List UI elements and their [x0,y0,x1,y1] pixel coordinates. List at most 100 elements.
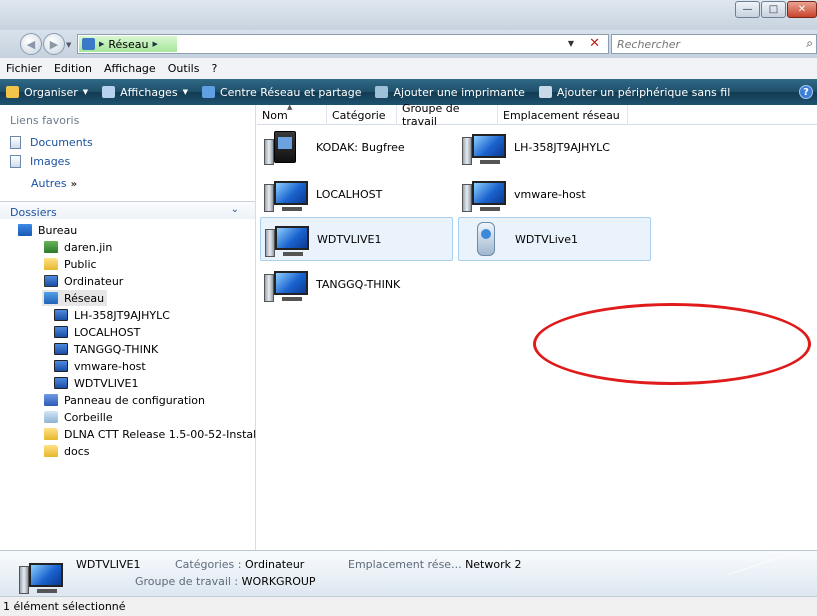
network-item[interactable]: LOCALHOST [260,172,453,216]
address-dropdown-icon[interactable]: ▼ [568,39,574,48]
computer-icon [19,557,63,594]
menu-view[interactable]: Affichage [104,62,156,75]
network-item[interactable]: LH-358JT9AJHYLC [458,125,651,169]
search-icon[interactable]: ⌕ [806,36,813,51]
tree-item-control-panel[interactable]: Panneau de configuration [44,392,205,408]
portable-device-icon [463,220,509,258]
history-dropdown-icon[interactable]: ▼ [66,41,71,49]
more-links[interactable]: Autres» [31,177,77,190]
tree-label: Public [64,257,97,271]
views-button[interactable]: Affichages ▼ [102,86,188,99]
menu-bar: Fichier Edition Affichage Outils ? [0,57,817,79]
tree-item-tanggq[interactable]: TANGGQ-THINK [54,341,158,357]
organize-button[interactable]: Organiser ▼ [6,86,88,99]
tree-item-localhost[interactable]: LOCALHOST [54,324,140,340]
control-panel-icon [44,394,58,406]
chevron-right-icon[interactable]: ▶ [153,40,158,48]
menu-help[interactable]: ? [211,62,217,75]
network-icon [44,292,58,304]
add-printer-button[interactable]: Ajouter une imprimante [375,86,525,99]
column-label: Emplacement réseau [503,108,620,122]
recycle-bin-icon [44,411,58,423]
computer-icon [264,175,310,213]
network-center-icon [201,86,215,98]
tree-label: vmware-host [74,359,146,373]
tree-item-user[interactable]: daren.jin [44,239,112,255]
printer-icon [375,86,389,98]
network-computer-icon [54,343,68,355]
workgroup-value: WORKGROUP [241,575,316,588]
tree-label: Corbeille [64,410,113,424]
search-input[interactable] [617,36,797,52]
breadcrumb-network[interactable]: Réseau [108,38,148,51]
tree-label: TANGGQ-THINK [74,342,159,356]
chevron-down-icon: ▼ [82,88,89,96]
sort-ascending-icon: ▲ [287,103,293,111]
forward-button[interactable]: ▶ [43,33,65,55]
tree-item-wdtvlive[interactable]: WDTVLIVE1 [54,375,138,391]
folders-header[interactable]: Dossiers ⌄ [0,201,255,219]
network-item[interactable]: KODAK: Bugfree [260,125,453,169]
tree-item-reseau[interactable]: Réseau [42,290,108,306]
column-name[interactable]: ▲ Nom [257,103,327,125]
tree-item-docs[interactable]: docs [44,443,90,459]
folder-icon [44,428,58,440]
favorite-label: Documents [30,136,93,149]
favorite-label: Images [30,155,71,168]
network-item[interactable]: vmware-host [458,172,651,216]
tree-item-dlna[interactable]: DLNA CTT Release 1.5-00-52-Installer [44,426,271,442]
item-label: vmware-host [514,187,586,201]
details-location: Emplacement rése... Network 2 [348,558,522,571]
stop-icon[interactable]: ✕ [589,36,600,51]
column-network-location[interactable]: Emplacement réseau [498,105,628,125]
network-item-selected[interactable]: WDTVLive1 [458,217,651,261]
workgroup-label: Groupe de travail : [135,575,239,588]
details-category: Catégories : Ordinateur [175,558,304,571]
tree-label: Ordinateur [64,274,124,288]
network-icon [82,38,95,50]
tree-label: Réseau [64,291,105,305]
chevron-right-icon[interactable]: ▶ [99,40,104,48]
status-text: 1 élément sélectionné [3,600,126,613]
close-button[interactable]: ✕ [787,1,817,18]
computer-icon [265,220,311,258]
maximize-button[interactable]: □ [761,1,786,18]
title-bar: — □ ✕ [0,0,817,30]
item-label: WDTVLIVE1 [317,232,382,246]
add-wireless-label: Ajouter un périphérique sans fil [556,85,731,99]
menu-file[interactable]: Fichier [6,62,42,75]
tree-label: Panneau de configuration [64,393,206,407]
tree-item-vmware[interactable]: vmware-host [54,358,146,374]
tree-item-recycle-bin[interactable]: Corbeille [44,409,113,425]
minimize-button[interactable]: — [735,1,760,18]
network-item[interactable]: TANGGQ-THINK [260,262,453,306]
menu-edit[interactable]: Edition [54,62,92,75]
address-breadcrumb[interactable]: ▶ Réseau ▶ [79,36,177,52]
help-icon[interactable]: ? [799,85,813,99]
tree-label: WDTVLIVE1 [74,376,139,390]
column-workgroup[interactable]: Groupe de travail [397,102,498,128]
favorite-documents[interactable]: Documents [10,136,93,149]
search-box[interactable]: ⌕ [611,34,817,54]
documents-icon [10,136,21,149]
folder-icon [44,445,58,457]
double-chevron-icon: » [70,179,78,190]
organize-label: Organiser [24,85,78,99]
back-button[interactable]: ◀ [20,33,42,55]
views-label: Affichages [120,85,178,99]
tree-item-public[interactable]: Public [44,256,97,272]
tree-item-lh[interactable]: LH-358JT9AJHYLC [54,307,170,323]
tree-item-bureau[interactable]: Bureau [18,222,77,238]
address-bar[interactable]: ▶ Réseau ▶ ▼ ✕ [77,34,609,54]
column-category[interactable]: Catégorie [327,105,397,125]
network-computer-icon [54,309,68,321]
network-item-selected[interactable]: WDTVLIVE1 [260,217,453,261]
location-value: Network 2 [465,558,522,571]
network-center-button[interactable]: Centre Réseau et partage [201,86,361,99]
images-icon [10,155,21,168]
menu-tools[interactable]: Outils [168,62,200,75]
tree-item-ordinateur[interactable]: Ordinateur [44,273,123,289]
favorite-images[interactable]: Images [10,155,70,168]
chevron-down-icon[interactable]: ⌄ [231,204,239,215]
add-wireless-device-button[interactable]: Ajouter un périphérique sans fil [538,85,731,99]
